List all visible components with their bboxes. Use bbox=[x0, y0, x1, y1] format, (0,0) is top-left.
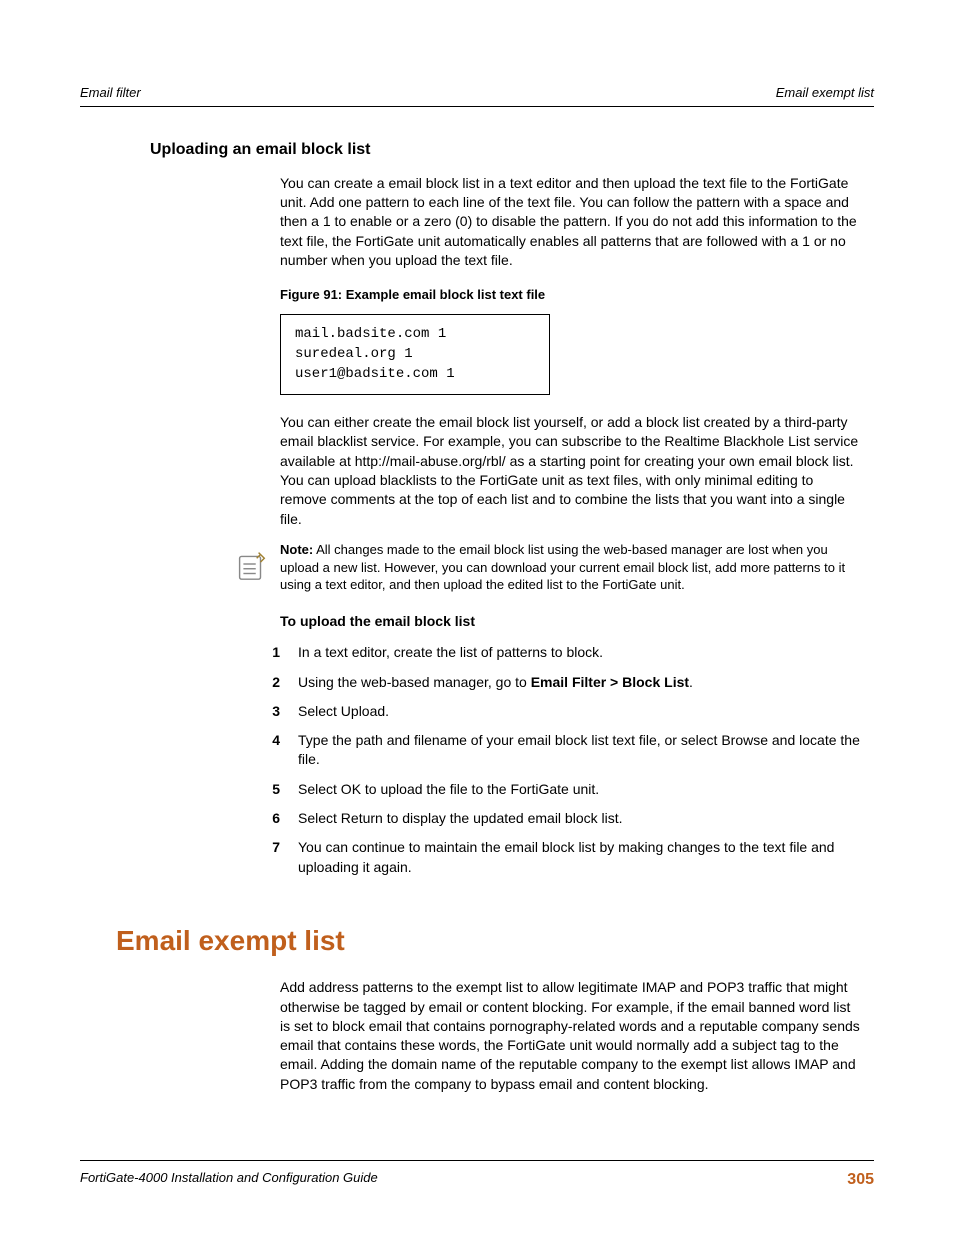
step-text: Select Upload. bbox=[298, 702, 862, 721]
step-text-prefix: Using the web-based manager, go to bbox=[298, 674, 531, 690]
page-header: Email filter Email exempt list bbox=[80, 84, 874, 107]
step-number: 3 bbox=[262, 702, 280, 721]
note-block: Note: All changes made to the email bloc… bbox=[232, 541, 862, 594]
figure-caption: Figure 91: Example email block list text… bbox=[280, 286, 874, 304]
step-number: 7 bbox=[262, 838, 280, 877]
step-row: 1 In a text editor, create the list of p… bbox=[262, 643, 862, 662]
note-body: All changes made to the email block list… bbox=[280, 542, 845, 592]
step-text: Type the path and filename of your email… bbox=[298, 731, 862, 770]
subsection-heading-upload: Uploading an email block list bbox=[150, 139, 874, 161]
step-text-suffix: . bbox=[689, 674, 693, 690]
step-text: Select OK to upload the file to the Fort… bbox=[298, 780, 862, 799]
paragraph-intro: You can create a email block list in a t… bbox=[280, 174, 862, 271]
step-text: Using the web-based manager, go to Email… bbox=[298, 673, 862, 692]
paragraph-blacklist: You can either create the email block li… bbox=[280, 413, 862, 529]
step-menu-path: Email Filter > Block List bbox=[531, 674, 689, 690]
section-heading-exempt: Email exempt list bbox=[116, 921, 874, 960]
step-row: 2 Using the web-based manager, go to Ema… bbox=[262, 673, 862, 692]
step-number: 5 bbox=[262, 780, 280, 799]
procedure-heading: To upload the email block list bbox=[280, 612, 874, 632]
header-right: Email exempt list bbox=[776, 84, 874, 102]
step-text: You can continue to maintain the email b… bbox=[298, 838, 862, 877]
footer-title: FortiGate-4000 Installation and Configur… bbox=[80, 1169, 378, 1191]
step-text: In a text editor, create the list of pat… bbox=[298, 643, 862, 662]
note-text: Note: All changes made to the email bloc… bbox=[280, 541, 862, 594]
step-row: 6 Select Return to display the updated e… bbox=[262, 809, 862, 828]
note-icon bbox=[232, 545, 270, 583]
step-number: 2 bbox=[262, 673, 280, 692]
step-number: 1 bbox=[262, 643, 280, 662]
step-row: 3 Select Upload. bbox=[262, 702, 862, 721]
step-number: 6 bbox=[262, 809, 280, 828]
header-left: Email filter bbox=[80, 84, 141, 102]
page-number: 305 bbox=[847, 1169, 874, 1191]
step-row: 7 You can continue to maintain the email… bbox=[262, 838, 862, 877]
step-text: Select Return to display the updated ema… bbox=[298, 809, 862, 828]
paragraph-exempt: Add address patterns to the exempt list … bbox=[280, 978, 862, 1094]
code-example: mail.badsite.com 1 suredeal.org 1 user1@… bbox=[280, 314, 550, 395]
page-footer: FortiGate-4000 Installation and Configur… bbox=[80, 1160, 874, 1191]
step-row: 4 Type the path and filename of your ema… bbox=[262, 731, 862, 770]
step-row: 5 Select OK to upload the file to the Fo… bbox=[262, 780, 862, 799]
note-label: Note: bbox=[280, 542, 313, 557]
step-number: 4 bbox=[262, 731, 280, 770]
